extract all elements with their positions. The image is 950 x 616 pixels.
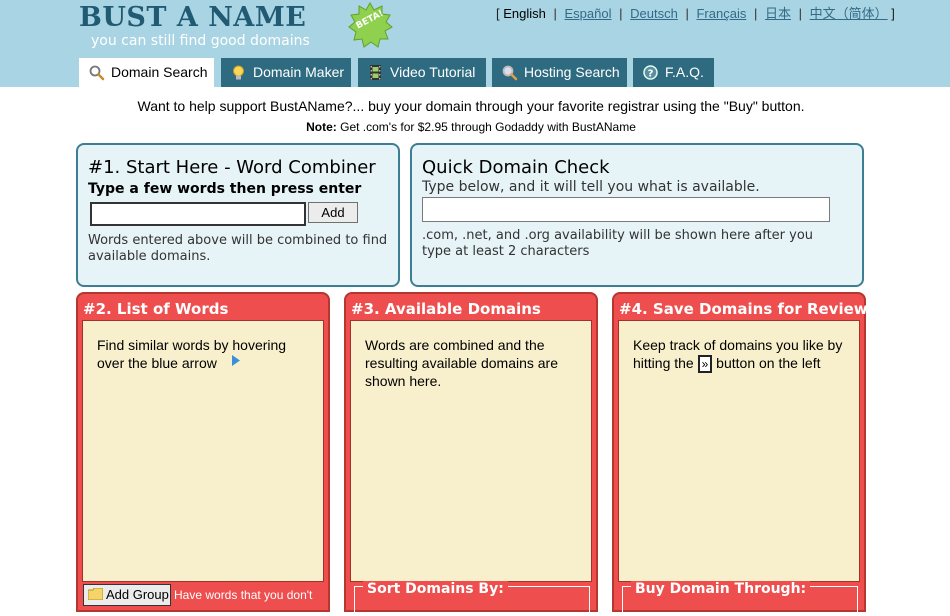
tab-domain-search[interactable]: Domain Search — [79, 58, 214, 87]
blue-arrow-icon — [231, 355, 240, 366]
lang-francais[interactable]: Français — [696, 6, 746, 21]
tab-label: Domain Maker — [253, 64, 345, 80]
list-of-words-title: #2. List of Words — [83, 300, 229, 318]
magnifier-icon — [502, 65, 518, 81]
beta-badge-icon: BETA! — [347, 2, 393, 48]
add-button[interactable]: Add — [308, 202, 358, 223]
logo-tagline: you can still find good domains — [91, 33, 310, 49]
sort-domains-label: Sort Domains By: — [363, 581, 508, 597]
word-combiner-subtitle: Type a few words then press enter — [88, 181, 362, 197]
tab-video-tutorial[interactable]: Video Tutorial — [358, 58, 486, 87]
add-group-button[interactable]: Add Group — [83, 584, 171, 606]
words-hint-text: Find similar words by hovering over the … — [97, 337, 287, 371]
words-hint: Find similar words by hovering over the … — [97, 336, 317, 372]
header: BUST A NAME you can still find good doma… — [0, 0, 950, 87]
folder-icon — [88, 588, 103, 600]
film-icon — [370, 65, 381, 80]
lang-deutsch[interactable]: Deutsch — [630, 6, 678, 21]
buy-domain-group: Buy Domain Through: — [622, 581, 858, 616]
note-label: Note: — [306, 120, 337, 134]
word-combiner-title: #1. Start Here - Word Combiner — [88, 157, 376, 178]
note-text: Get .com's for $2.95 through Godaddy wit… — [336, 120, 636, 134]
lang-espanol[interactable]: Español — [565, 6, 612, 21]
word-combiner-help: Words entered above will be combined to … — [88, 233, 388, 264]
sort-domains-group: Sort Domains By: — [354, 581, 590, 616]
buy-domain-label: Buy Domain Through: — [631, 581, 811, 597]
available-domains-text: Words are combined and the resulting ava… — [365, 337, 558, 389]
save-arrow-icon: » — [697, 355, 713, 373]
logo[interactable]: BUST A NAME you can still find good doma… — [79, 2, 393, 52]
words-list-area: Find similar words by hovering over the … — [82, 320, 324, 582]
lang-japanese[interactable]: 日本 — [765, 6, 791, 21]
support-message: Want to help support BustAName?... buy y… — [137, 98, 805, 114]
tab-label: F.A.Q. — [665, 64, 704, 80]
available-domains-panel: #3. Available Domains Words are combined… — [344, 292, 598, 616]
tab-label: Hosting Search — [524, 64, 620, 80]
tab-faq[interactable]: ? F.A.Q. — [633, 58, 714, 87]
lang-chinese[interactable]: 中文（简体） — [810, 6, 888, 21]
word-combiner-panel: #1. Start Here - Word Combiner Type a fe… — [76, 143, 400, 287]
logo-title: BUST A NAME — [79, 2, 307, 33]
word-input[interactable] — [90, 202, 306, 226]
domain-check-input[interactable] — [422, 197, 830, 222]
lang-english[interactable]: English — [503, 6, 546, 21]
quick-domain-check-panel: Quick Domain Check Type below, and it wi… — [410, 143, 864, 287]
available-domains-title: #3. Available Domains — [351, 300, 541, 318]
add-group-label: Add Group — [106, 587, 169, 602]
add-group-text: Have words that you don't — [174, 588, 313, 602]
available-domains-area: Words are combined and the resulting ava… — [350, 320, 592, 582]
save-domains-title: #4. Save Domains for Review — [619, 300, 868, 318]
help-icon: ? — [643, 65, 658, 80]
quick-check-subtitle: Type below, and it will tell you what is… — [422, 179, 760, 195]
svg-text:?: ? — [648, 69, 654, 80]
language-bar: [ English | Español | Deutsch | Français… — [496, 6, 895, 21]
list-of-words-panel: #2. List of Words Find similar words by … — [76, 292, 330, 612]
tab-label: Video Tutorial — [390, 64, 476, 80]
tab-domain-maker[interactable]: Domain Maker — [221, 58, 351, 87]
save-text-after: button on the left — [712, 355, 821, 371]
magnifier-icon — [89, 65, 105, 81]
quick-check-title: Quick Domain Check — [422, 157, 610, 178]
note-line: Note: Get .com's for $2.95 through Godad… — [0, 120, 942, 134]
lightbulb-icon — [233, 65, 244, 80]
tab-label: Domain Search — [111, 64, 208, 80]
save-domains-text: Keep track of domains you like by hittin… — [633, 336, 853, 373]
quick-check-help: .com, .net, and .org availability will b… — [422, 228, 814, 259]
tab-hosting-search[interactable]: Hosting Search — [492, 58, 627, 87]
saved-domains-area: Keep track of domains you like by hittin… — [618, 320, 860, 582]
save-domains-panel: #4. Save Domains for Review Keep track o… — [612, 292, 868, 616]
